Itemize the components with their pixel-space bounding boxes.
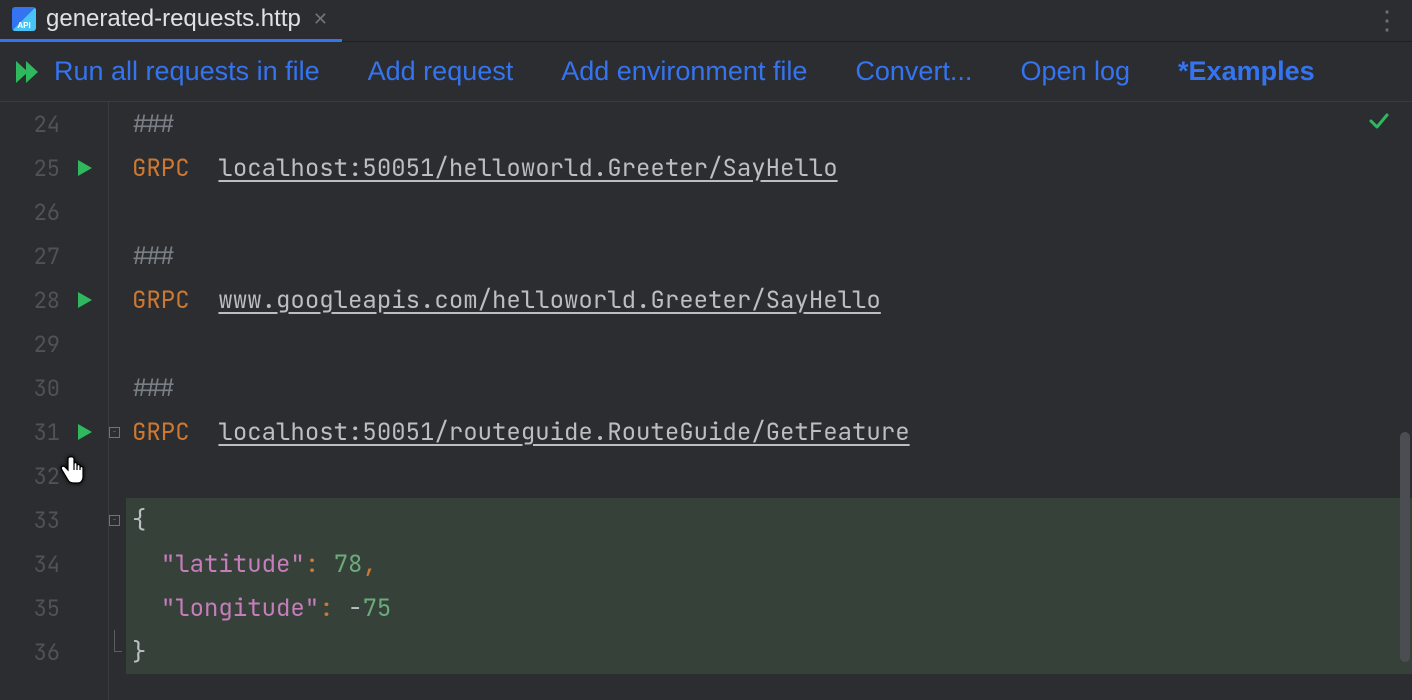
- cursor-hand-icon: [58, 454, 86, 493]
- line-number: 35: [30, 594, 60, 623]
- run-all-label: Run all requests in file: [54, 56, 320, 87]
- examples-button[interactable]: *Examples: [1178, 56, 1315, 87]
- code-line[interactable]: [126, 322, 1412, 366]
- line-number: 30: [30, 374, 60, 403]
- gutter-row: 35: [0, 586, 108, 630]
- line-number: 24: [30, 110, 60, 139]
- gutter-row: 29: [0, 322, 108, 366]
- gutter-row: 33: [0, 498, 108, 542]
- fold-cell: [109, 630, 126, 674]
- code-line[interactable]: GRPC localhost:50051/helloworld.Greeter/…: [126, 146, 1412, 190]
- code-line[interactable]: GRPC localhost:50051/routeguide.RouteGui…: [126, 410, 1412, 454]
- editor-content[interactable]: ###GRPC localhost:50051/helloworld.Greet…: [126, 102, 1412, 700]
- line-number: 31: [30, 418, 60, 447]
- run-request-icon[interactable]: [76, 160, 94, 176]
- run-all-icon: [16, 61, 42, 83]
- gutter-row: 32: [0, 454, 108, 498]
- tab-menu-icon[interactable]: ⋮: [1374, 5, 1398, 36]
- fold-toggle-icon[interactable]: −: [109, 427, 120, 438]
- gutter-row: 28: [0, 278, 108, 322]
- gutter-row: 31: [0, 410, 108, 454]
- code-line[interactable]: }: [126, 630, 1412, 674]
- fold-cell: [109, 366, 126, 410]
- gutter-row: 34: [0, 542, 108, 586]
- code-line[interactable]: ###: [126, 234, 1412, 278]
- code-line[interactable]: "longitude": -75: [126, 586, 1412, 630]
- gutter-row: 26: [0, 190, 108, 234]
- add-request-button[interactable]: Add request: [368, 56, 514, 87]
- fold-cell: [109, 146, 126, 190]
- line-number: 28: [30, 286, 60, 315]
- line-number: 36: [30, 638, 60, 667]
- line-number: 33: [30, 506, 60, 535]
- line-number: 26: [30, 198, 60, 227]
- fold-cell: [109, 102, 126, 146]
- gutter-row: 30: [0, 366, 108, 410]
- http-toolbar: Run all requests in file Add request Add…: [0, 42, 1412, 102]
- close-icon[interactable]: ✕: [311, 7, 330, 32]
- convert-button[interactable]: Convert...: [855, 56, 972, 87]
- code-line[interactable]: [126, 454, 1412, 498]
- code-line[interactable]: GRPC www.googleapis.com/helloworld.Greet…: [126, 278, 1412, 322]
- gutter-row: 25: [0, 146, 108, 190]
- scrollbar[interactable]: [1398, 102, 1412, 700]
- fold-cell: [109, 322, 126, 366]
- gutter: 24 25 26 27 28 29 30 31 32 33 34 35 36: [0, 102, 108, 700]
- fold-toggle-icon[interactable]: −: [109, 515, 120, 526]
- fold-cell: −: [109, 410, 126, 454]
- api-file-icon: API: [12, 7, 36, 31]
- code-line[interactable]: ###: [126, 366, 1412, 410]
- fold-cell: [109, 454, 126, 498]
- line-number: 29: [30, 330, 60, 359]
- run-request-icon[interactable]: [76, 424, 94, 440]
- fold-strip: −−: [108, 102, 126, 700]
- gutter-row: 36: [0, 630, 108, 674]
- add-env-file-button[interactable]: Add environment file: [561, 56, 807, 87]
- line-number: 27: [30, 242, 60, 271]
- line-number: 32: [30, 462, 60, 491]
- fold-cell: [109, 586, 126, 630]
- run-request-icon[interactable]: [76, 292, 94, 308]
- tab-generated-requests[interactable]: API generated-requests.http ✕: [0, 0, 342, 42]
- gutter-row: 24: [0, 102, 108, 146]
- editor[interactable]: 24252627282930313233343536 −− ###GRPC lo…: [0, 102, 1412, 700]
- scroll-thumb[interactable]: [1400, 432, 1410, 662]
- code-line[interactable]: {: [126, 498, 1412, 542]
- run-all-button[interactable]: Run all requests in file: [16, 56, 320, 87]
- tab-bar: API generated-requests.http ✕ ⋮: [0, 0, 1412, 42]
- fold-cell: [109, 190, 126, 234]
- tab-name: generated-requests.http: [46, 5, 301, 33]
- line-number: 34: [30, 550, 60, 579]
- fold-cell: [109, 234, 126, 278]
- code-line[interactable]: "latitude": 78,: [126, 542, 1412, 586]
- fold-cell: −: [109, 498, 126, 542]
- line-number: 25: [30, 154, 60, 183]
- gutter-row: 27: [0, 234, 108, 278]
- fold-cell: [109, 542, 126, 586]
- code-line[interactable]: ###: [126, 102, 1412, 146]
- code-line[interactable]: [126, 190, 1412, 234]
- fold-cell: [109, 278, 126, 322]
- problems-ok-icon[interactable]: [1368, 110, 1390, 139]
- open-log-button[interactable]: Open log: [1020, 56, 1130, 87]
